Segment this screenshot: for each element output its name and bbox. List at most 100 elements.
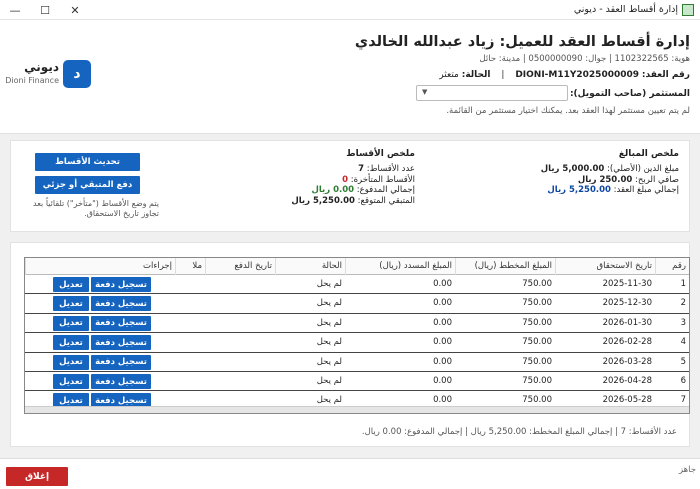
page-title: إدارة أقساط العقد للعميل: زياد عبدالله ا… [354, 34, 690, 50]
record-payment-button[interactable]: تسجيل دفعة [91, 335, 151, 351]
cell-due-date: 2025-11-30 [602, 279, 652, 289]
cell-planned-amount: 750.00 [522, 337, 552, 348]
summary-panel: ملخص المبالغ مبلغ الدين (الأصلي): 5,000.… [10, 140, 690, 232]
status-label: الحالة: [461, 70, 491, 80]
window-titlebar: — ☐ ✕ إدارة أقساط العقد - ديوني [0, 0, 700, 20]
table-row: 2 2025-12-30 750.00 0.00 لم يحل تسجيل دفعة تعد… [25, 294, 689, 314]
header-due-date: تاريخ الاستحقاق [555, 258, 655, 275]
edit-installment-button[interactable]: تعديل [53, 277, 89, 292]
cell-notes [175, 294, 205, 313]
chevron-down-icon: ▼ [422, 88, 428, 96]
late-line: الأقساط المتأخرة: 0 [291, 175, 415, 186]
contract-header: إدارة أقساط العقد للعميل: زياد عبدالله ا… [0, 20, 700, 134]
app-icon [682, 4, 694, 16]
cell-paid-amount: 0.00 [433, 356, 452, 367]
installments-table: رقم تاريخ الاستحقاق المبلغ المخطط (ريال)… [24, 257, 690, 414]
record-payment-button[interactable]: تسجيل دفعة [91, 315, 151, 331]
cell-paid-amount: 0.00 [433, 298, 452, 309]
cell-num: 4 [680, 337, 686, 348]
record-payment-button[interactable]: تسجيل دفعة [91, 296, 151, 312]
brand-name-arabic: ديوني [24, 60, 59, 74]
brand-name-english: Dioni Finance [5, 76, 59, 85]
close-window-button[interactable]: ✕ [60, 0, 90, 20]
table-row: 5 2026-03-28 750.00 0.00 لم يحل تسجيل دفعة تعد… [25, 353, 689, 372]
status-bar: جاهز إغلاق [0, 458, 700, 489]
investor-label: المستثمر (صاحب التمويل): [569, 89, 690, 99]
principal-value: 5,000.00 ريال [540, 164, 605, 174]
contract-label: رقم العقد: [641, 70, 690, 80]
cell-due-date: 2026-03-28 [602, 356, 652, 367]
edit-installment-button[interactable]: تعديل [53, 335, 89, 351]
installments-heading: ملخص الأقساط [346, 149, 415, 159]
contract-number: DIONI-M11Y2025000009 [515, 70, 640, 80]
principal-label: مبلغ الدين (الأصلي): [607, 164, 679, 174]
record-payment-button[interactable]: تسجيل دفعة [91, 277, 151, 292]
installments-panel: رقم تاريخ الاستحقاق المبلغ المخطط (ريال)… [10, 242, 690, 447]
record-payment-button[interactable]: تسجيل دفعة [91, 354, 151, 370]
separator: | [501, 70, 505, 80]
total-label: إجمالي مبلغ العقد: [613, 185, 679, 195]
edit-installment-button[interactable]: تعديل [53, 354, 89, 370]
late-value: 0 [342, 174, 348, 185]
header-actions: إجراءات [25, 258, 175, 275]
cell-status: لم يحل [316, 317, 342, 328]
cell-planned-amount: 750.00 [522, 376, 552, 386]
cell-num: 2 [680, 298, 686, 309]
amounts-heading: ملخص المبالغ [618, 149, 679, 159]
cell-pay-date [205, 333, 275, 352]
remaining-value: 5,250.00 ريال [291, 195, 355, 206]
cell-due-date: 2026-01-30 [602, 317, 652, 328]
cell-notes [175, 353, 205, 372]
profit-value: 250.00 ريال [577, 174, 633, 185]
refresh-installments-button[interactable]: تحديث الأقساط [35, 153, 140, 171]
total-value: 5,250.00 ريال [547, 185, 611, 195]
cell-notes [175, 333, 205, 352]
header-num: رقم [655, 258, 689, 275]
minimize-button[interactable]: — [0, 0, 30, 20]
header-notes: ملا [175, 258, 205, 275]
cell-due-date: 2025-12-30 [602, 298, 652, 309]
cell-planned-amount: 750.00 [522, 317, 552, 328]
table-row: 3 2026-01-30 750.00 0.00 لم يحل تسجيل دفعة تعد… [25, 314, 689, 334]
cell-paid-amount: 0.00 [433, 317, 452, 328]
cell-planned-amount: 750.00 [522, 356, 552, 367]
edit-installment-button[interactable]: تعديل [53, 374, 89, 389]
paid-label: إجمالي المدفوع: [356, 185, 415, 195]
table-header: رقم تاريخ الاستحقاق المبلغ المخطط (ريال)… [25, 258, 689, 275]
header-planned-amount: المبلغ المخطط (ريال) [455, 258, 555, 275]
cell-planned-amount: 750.00 [522, 279, 552, 289]
principal-line: مبلغ الدين (الأصلي): 5,000.00 ريال [541, 164, 679, 175]
cell-pay-date [205, 372, 275, 391]
horizontal-scrollbar[interactable] [25, 406, 689, 413]
cell-status: لم يحل [316, 298, 342, 309]
status-text: جاهز [678, 465, 696, 475]
dioni-logo-icon: د [63, 60, 91, 88]
profit-line: صافي الربح: 250.00 ريال [541, 175, 679, 186]
header-paid-amount: المبلغ المسدد (ريال) [345, 258, 455, 275]
cell-due-date: 2026-04-28 [602, 376, 652, 386]
maximize-button[interactable]: ☐ [30, 0, 60, 20]
investor-select[interactable]: ▼ [416, 85, 568, 101]
edit-installment-button[interactable]: تعديل [53, 296, 89, 312]
cell-num: 6 [680, 376, 686, 386]
record-payment-button[interactable]: تسجيل دفعة [91, 374, 151, 389]
cell-pay-date [205, 353, 275, 372]
window-title: إدارة أقساط العقد - ديوني [573, 4, 678, 15]
header-status: الحالة [275, 258, 345, 275]
cell-status: لم يحل [316, 376, 342, 386]
table-footer-summary: عدد الأقساط: 7 | إجمالي المبلغ المخطط: 5… [361, 427, 677, 437]
cell-status: لم يحل [316, 337, 342, 348]
paid-value: 0.00 ريال [311, 185, 355, 195]
client-contact-line: هوية: 1102322565 | جوال: 0500000090 | مد… [479, 54, 690, 64]
close-button[interactable]: إغلاق [6, 467, 68, 486]
remaining-line: المتبقي المتوقع: 5,250.00 ريال [291, 196, 415, 207]
cell-notes [175, 314, 205, 333]
late-label: الأقساط المتأخرة: [350, 174, 415, 185]
table-row: 4 2026-02-28 750.00 0.00 لم يحل تسجيل دفعة تعد… [25, 333, 689, 353]
count-label: عدد الأقساط: [366, 164, 415, 174]
pay-remaining-button[interactable]: دفع المتبقي أو جزئي [35, 176, 140, 194]
cell-planned-amount: 750.00 [522, 298, 552, 309]
cell-pay-date [205, 314, 275, 333]
cell-pay-date [205, 294, 275, 313]
edit-installment-button[interactable]: تعديل [53, 315, 89, 331]
